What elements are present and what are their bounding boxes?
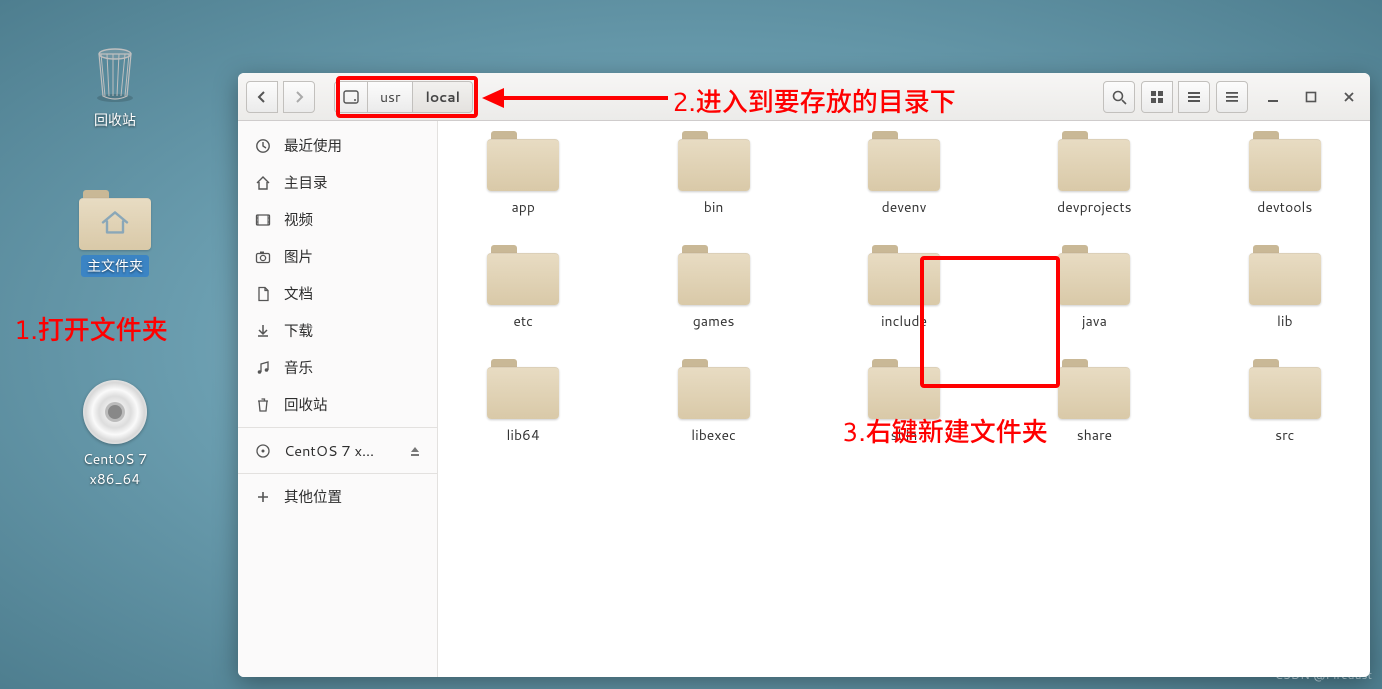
sidebar: 最近使用 主目录 视频 图片 文档 下载 bbox=[238, 121, 438, 677]
annotation-arrow-line bbox=[502, 96, 668, 100]
sidebar-separator bbox=[238, 427, 437, 428]
sidebar-item-documents[interactable]: 文档 bbox=[238, 275, 437, 312]
view-list-button[interactable] bbox=[1178, 81, 1210, 113]
view-grid-button[interactable] bbox=[1141, 81, 1173, 113]
trash-icon bbox=[55, 40, 175, 104]
plus-icon bbox=[254, 488, 272, 506]
icon-grid: app bin devenv devprojects devtools etc … bbox=[458, 131, 1350, 445]
folder-libexec[interactable]: libexec bbox=[654, 359, 774, 445]
folder-java[interactable]: java bbox=[1034, 245, 1154, 331]
nav-back-button[interactable] bbox=[246, 81, 278, 113]
folder-share[interactable]: share bbox=[1034, 359, 1154, 445]
sidebar-item-label: CentOS 7 x… bbox=[284, 440, 374, 461]
camera-icon bbox=[254, 248, 272, 266]
sidebar-item-downloads[interactable]: 下载 bbox=[238, 312, 437, 349]
folder-games[interactable]: games bbox=[654, 245, 774, 331]
cd-icon bbox=[55, 380, 175, 444]
folder-etc[interactable]: etc bbox=[463, 245, 583, 331]
cd-small-icon bbox=[254, 442, 272, 460]
sidebar-item-label: 下载 bbox=[284, 320, 313, 341]
folder-bin[interactable]: bin bbox=[654, 131, 774, 217]
sidebar-item-trash[interactable]: 回收站 bbox=[238, 386, 437, 423]
folder-include[interactable]: include bbox=[844, 245, 964, 331]
hamburger-icon bbox=[1225, 90, 1239, 104]
hamburger-menu-button[interactable] bbox=[1216, 81, 1248, 113]
sidebar-item-label: 图片 bbox=[284, 246, 313, 267]
sidebar-separator bbox=[238, 473, 437, 474]
list-icon bbox=[1187, 90, 1201, 104]
sidebar-item-recent[interactable]: 最近使用 bbox=[238, 127, 437, 164]
annotation-step3: 3.右键新建文件夹 bbox=[842, 412, 1048, 450]
search-button[interactable] bbox=[1103, 81, 1135, 113]
document-icon bbox=[254, 285, 272, 303]
desktop-trash-label: 回收站 bbox=[88, 109, 142, 131]
desktop-home-label: 主文件夹 bbox=[81, 255, 149, 277]
home-icon bbox=[254, 174, 272, 192]
sidebar-item-label: 回收站 bbox=[284, 394, 328, 415]
folder-src[interactable]: src bbox=[1225, 359, 1345, 445]
sidebar-item-other[interactable]: 其他位置 bbox=[238, 478, 437, 515]
sidebar-item-videos[interactable]: 视频 bbox=[238, 201, 437, 238]
window-close-button[interactable] bbox=[1336, 84, 1362, 110]
sidebar-item-cd[interactable]: CentOS 7 x… bbox=[238, 432, 437, 469]
breadcrumb: usr local bbox=[335, 81, 473, 113]
search-icon bbox=[1111, 89, 1127, 105]
trash-small-icon bbox=[254, 396, 272, 414]
content-area[interactable]: app bin devenv devprojects devtools etc … bbox=[438, 121, 1370, 677]
sidebar-item-label: 文档 bbox=[284, 283, 313, 304]
annotation-step1: 1.打开文件夹 bbox=[14, 310, 168, 348]
clock-icon bbox=[254, 137, 272, 155]
video-icon bbox=[254, 211, 272, 229]
folder-lib64[interactable]: lib64 bbox=[463, 359, 583, 445]
desktop-cd-label: CentOS 7 x86_64 bbox=[55, 448, 175, 490]
grid-icon bbox=[1150, 90, 1164, 104]
sidebar-item-label: 主目录 bbox=[284, 172, 328, 193]
sidebar-item-label: 其他位置 bbox=[284, 486, 342, 507]
sidebar-item-label: 最近使用 bbox=[284, 135, 342, 156]
desktop-trash[interactable]: 回收站 bbox=[55, 40, 175, 131]
folder-lib[interactable]: lib bbox=[1225, 245, 1345, 331]
desktop-cd[interactable]: CentOS 7 x86_64 bbox=[55, 380, 175, 490]
file-manager-window: usr local 最近使用 主目录 bbox=[238, 73, 1370, 677]
breadcrumb-usr[interactable]: usr bbox=[367, 81, 413, 113]
sidebar-item-music[interactable]: 音乐 bbox=[238, 349, 437, 386]
breadcrumb-local[interactable]: local bbox=[412, 81, 473, 113]
music-icon bbox=[254, 359, 272, 377]
sidebar-item-label: 音乐 bbox=[284, 357, 313, 378]
breadcrumb-root[interactable] bbox=[334, 81, 368, 113]
folder-devenv[interactable]: devenv bbox=[844, 131, 964, 217]
window-maximize-button[interactable] bbox=[1298, 84, 1324, 110]
eject-icon[interactable] bbox=[409, 445, 421, 457]
folder-devtools[interactable]: devtools bbox=[1225, 131, 1345, 217]
nav-forward-button[interactable] bbox=[283, 81, 315, 113]
watermark: CSDN @Mredust bbox=[1274, 666, 1372, 683]
window-minimize-button[interactable] bbox=[1260, 84, 1286, 110]
sidebar-item-label: 视频 bbox=[284, 209, 313, 230]
desktop-home-folder[interactable]: 主文件夹 bbox=[55, 190, 175, 277]
annotation-step2: 2.进入到要存放的目录下 bbox=[672, 82, 956, 120]
folder-home-icon bbox=[55, 190, 175, 250]
sidebar-item-pictures[interactable]: 图片 bbox=[238, 238, 437, 275]
annotation-arrow-head bbox=[482, 88, 504, 108]
folder-app[interactable]: app bbox=[463, 131, 583, 217]
disk-icon bbox=[343, 89, 359, 105]
download-icon bbox=[254, 322, 272, 340]
sidebar-item-home[interactable]: 主目录 bbox=[238, 164, 437, 201]
folder-devprojects[interactable]: devprojects bbox=[1034, 131, 1154, 217]
